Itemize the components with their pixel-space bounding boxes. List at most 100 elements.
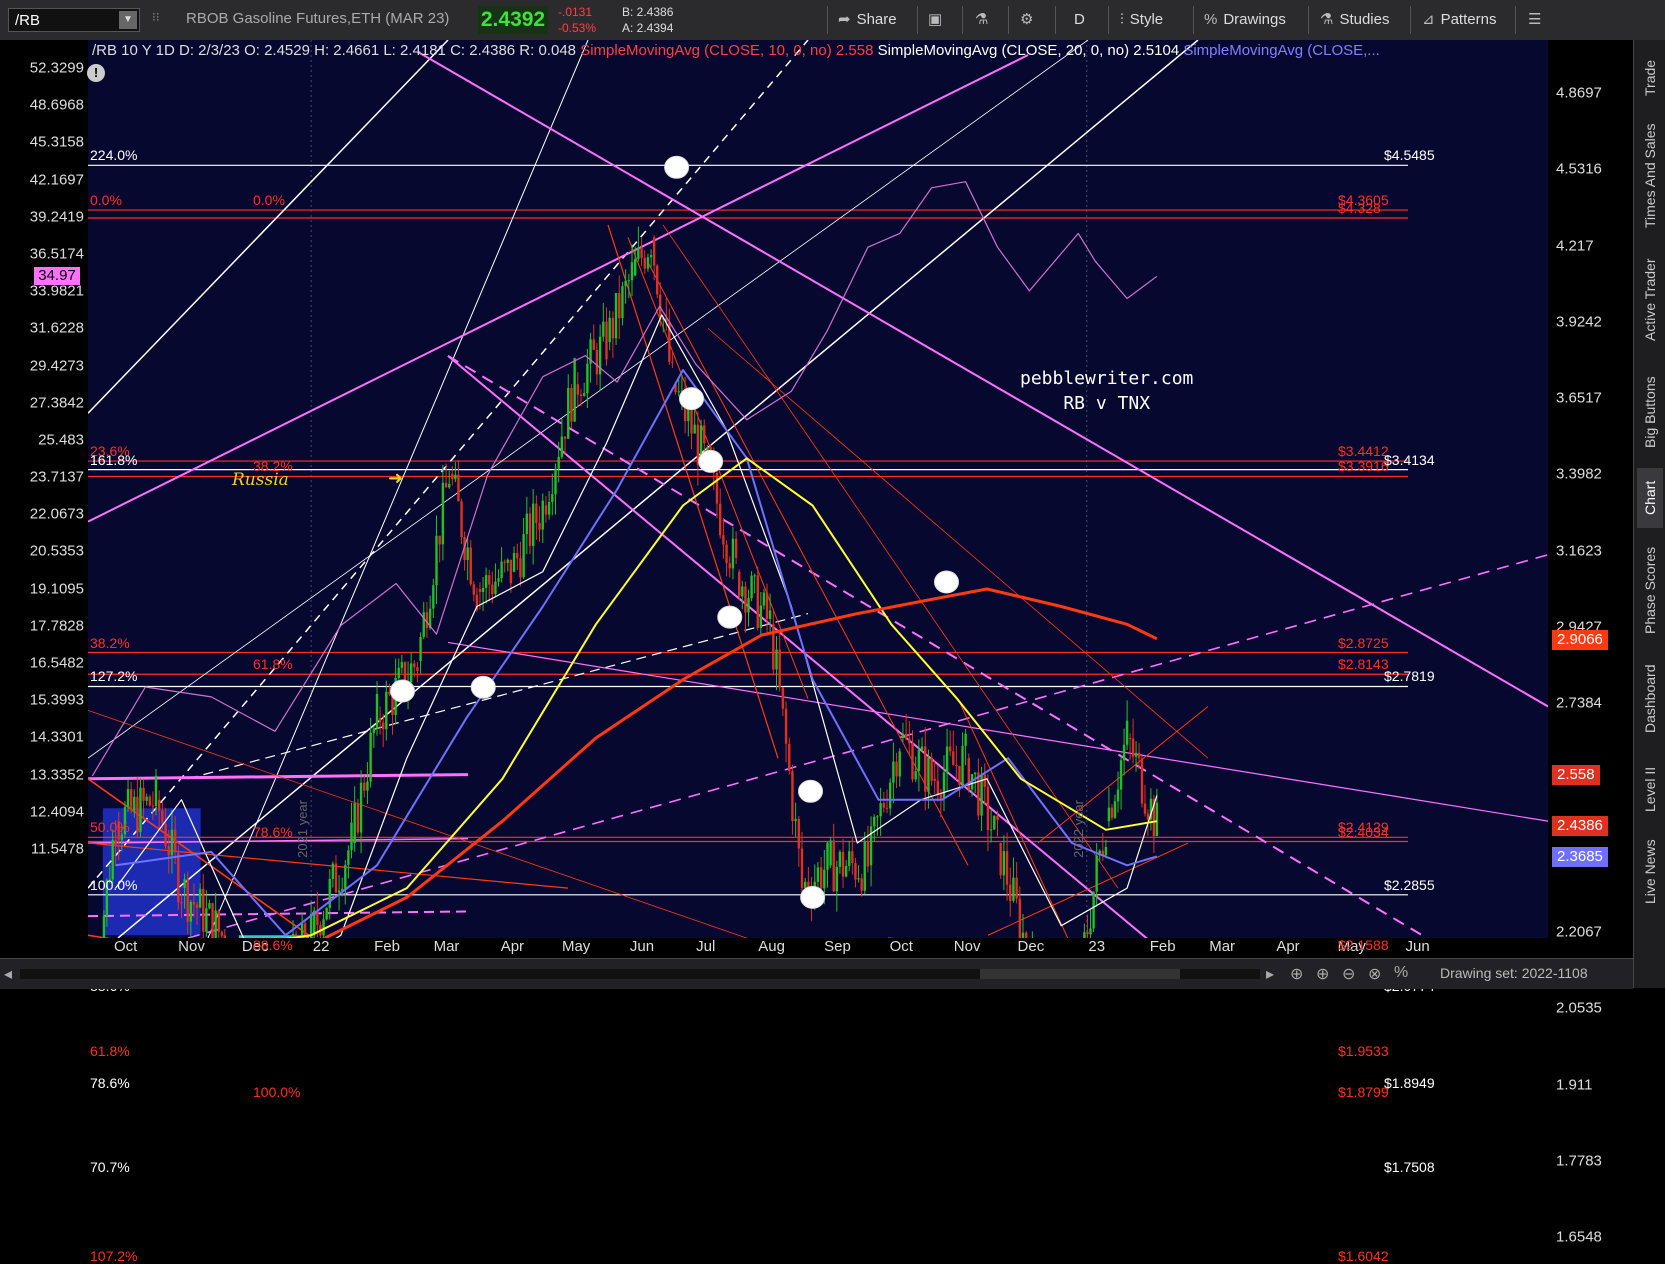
zoom-out-icon[interactable]: ⊖ <box>1342 964 1355 984</box>
sidebar-tab-dashboard[interactable]: Dashboard <box>1637 652 1663 746</box>
left-axis-tick: 42.1697 <box>29 171 84 189</box>
candle-body <box>484 575 488 588</box>
sidebar-tab-live-news[interactable]: Live News <box>1637 832 1663 912</box>
screenshot-button[interactable]: ▣ <box>928 8 948 32</box>
candle <box>722 518 725 559</box>
left-axis-tick: 27.3842 <box>29 394 84 412</box>
candle <box>223 928 226 938</box>
right-axis-tick: 3.6517 <box>1556 389 1602 407</box>
zoom-in-icon[interactable]: ⊕ <box>1316 964 1329 984</box>
candle-body <box>1134 752 1138 757</box>
left-axis-tick: 16.5482 <box>29 654 84 672</box>
flask-button[interactable]: ⚗ <box>975 8 994 32</box>
candle <box>519 541 522 587</box>
candle <box>551 473 554 516</box>
right-price-axis: 4.8697 4.5316 4.217 3.9242 3.6517 3.3982 3.162… <box>1548 40 1633 1246</box>
sidebar-tab-chart[interactable]: Chart <box>1637 468 1663 528</box>
candle <box>958 765 961 798</box>
sidebar-tab-active-trader[interactable]: Active Trader <box>1637 246 1663 354</box>
candle-body <box>422 612 425 637</box>
fib-price-label: $2.1588 <box>1338 937 1389 954</box>
alert-icon[interactable]: ! <box>87 64 105 82</box>
candle-body <box>1125 720 1129 745</box>
candle <box>422 601 425 639</box>
link-grip-icon[interactable]: ⁝⁝ <box>152 10 160 30</box>
period-button[interactable]: D <box>1074 8 1085 32</box>
right-axis-tick: 1.6548 <box>1556 1228 1602 1246</box>
candle-body <box>882 803 886 808</box>
candle <box>589 332 592 383</box>
percent-icon[interactable]: % <box>1394 964 1408 982</box>
zoom-fit-icon[interactable]: ⊗ <box>1368 964 1381 984</box>
symbol-dropdown-icon[interactable]: ▼ <box>119 11 137 29</box>
candle <box>576 372 580 408</box>
year-label: 2021 year <box>294 800 310 858</box>
candle <box>1149 788 1153 831</box>
candle-body <box>738 571 741 597</box>
symbol-input[interactable]: /RB ▼ <box>8 8 140 32</box>
settings-button[interactable]: ⚙ <box>1020 8 1039 32</box>
candle <box>1021 913 1025 938</box>
candle-body <box>1015 877 1018 899</box>
candle-body <box>136 796 139 833</box>
fib-price-label: $4.5485 <box>1384 147 1435 164</box>
sidebar-tab-phase-scores[interactable]: Phase Scores <box>1637 536 1663 644</box>
candle-body <box>363 782 366 791</box>
candle <box>202 873 205 938</box>
arrow-icon: ➜ <box>388 468 404 488</box>
right-axis-tick: 1.7783 <box>1556 1152 1602 1170</box>
drawings-button[interactable]: % Drawings <box>1204 8 1286 32</box>
candle-body <box>942 772 946 799</box>
candle-body <box>1086 932 1089 935</box>
candle <box>1113 794 1117 820</box>
right-sidebar: Trade Times And Sales Active Trader Big But… <box>1633 40 1665 988</box>
candle-body <box>718 503 722 536</box>
candle-body <box>794 818 797 822</box>
time-axis-tick: Oct <box>113 938 138 955</box>
candle-body <box>350 822 353 851</box>
candle <box>356 798 360 836</box>
candle-body <box>1119 760 1123 790</box>
candle <box>961 732 964 789</box>
left-axis-tick: 12.4094 <box>29 803 84 821</box>
sidebar-tab-trade[interactable]: Trade <box>1637 50 1663 106</box>
candle-body <box>488 575 491 585</box>
candle-body <box>734 538 738 558</box>
candle <box>205 890 208 937</box>
candle <box>448 470 451 489</box>
menu-button[interactable]: ☰ <box>1528 8 1547 32</box>
candle-body <box>382 722 385 730</box>
candle-body <box>1131 738 1135 757</box>
candle <box>544 496 548 523</box>
scrollbar-thumb[interactable] <box>980 969 1180 979</box>
candle-body <box>547 501 551 515</box>
candle-body <box>854 863 857 880</box>
candle-body <box>220 931 224 936</box>
style-button[interactable]: ⫶ Style <box>1120 8 1163 32</box>
crosshair-icon[interactable]: ⊕ <box>1290 964 1303 984</box>
fib-percent-label: 78.6% <box>253 823 293 840</box>
sidebar-tab-level-ii[interactable]: Level II <box>1637 754 1663 824</box>
horizontal-scrollbar[interactable] <box>20 969 1260 979</box>
candle <box>898 748 901 787</box>
sidebar-tab-big-buttons[interactable]: Big Buttons <box>1637 362 1663 462</box>
studies-button[interactable]: ⚗ Studies <box>1320 8 1390 32</box>
scroll-left-icon[interactable]: ◂ <box>4 964 12 984</box>
candle-body <box>356 803 360 833</box>
sidebar-tab-times-and-sales[interactable]: Times And Sales <box>1637 114 1663 238</box>
candle <box>522 518 525 580</box>
candle <box>602 302 605 342</box>
candle <box>460 498 463 544</box>
share-button[interactable]: ➦ Share <box>838 8 897 32</box>
symbol-value: /RB <box>15 12 41 29</box>
patterns-button[interactable]: ⊿ Patterns <box>1422 8 1496 32</box>
candle <box>826 841 829 888</box>
candle-body <box>586 363 589 394</box>
price-badge: 2.4386 <box>1552 816 1608 837</box>
candle <box>494 563 497 597</box>
scroll-right-icon[interactable]: ▸ <box>1266 964 1274 984</box>
candle <box>605 307 608 366</box>
candle <box>888 778 892 816</box>
candle-body <box>551 494 554 502</box>
candle-body <box>211 903 214 938</box>
